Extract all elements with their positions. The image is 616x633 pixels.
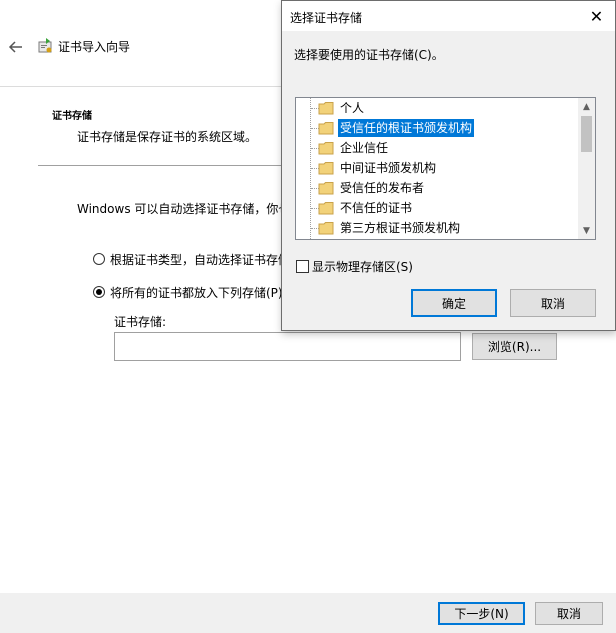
place-all-radio-label[interactable]: 将所有的证书都放入下列存储(P) (110, 284, 283, 301)
folder-icon (318, 122, 334, 135)
tree-item-label: 受信任的根证书颁发机构 (338, 119, 475, 137)
dialog-prompt: 选择要使用的证书存储(C)。 (294, 48, 444, 62)
store-tree[interactable]: 个人 受信任的根证书颁发机构 企业信任 中间证书颁发机构 受信任的发布者 不信任… (295, 97, 596, 240)
store-input[interactable] (114, 332, 461, 361)
dialog-title: 选择证书存储 (290, 11, 363, 25)
folder-icon (318, 162, 334, 175)
ok-button[interactable]: 确定 (411, 289, 497, 317)
cancel-button[interactable]: 取消 (535, 602, 603, 625)
dialog-cancel-button[interactable]: 取消 (510, 289, 596, 317)
tree-item[interactable]: 个人 (296, 98, 580, 118)
tree-item-label: 企业信任 (340, 141, 389, 155)
select-store-dialog: 选择证书存储 ✕ 选择要使用的证书存储(C)。 个人 受信任的根证书颁发机构 企… (281, 0, 616, 331)
tree-item-label: 受信任的发布者 (340, 181, 425, 195)
dialog-titlebar[interactable]: 选择证书存储 ✕ (282, 1, 615, 31)
show-physical-label[interactable]: 显示物理存储区(S) (312, 258, 413, 275)
folder-icon (318, 182, 334, 195)
next-button[interactable]: 下一步(N) (438, 602, 525, 625)
browse-button[interactable]: 浏览(R)... (472, 333, 557, 360)
auto-select-radio[interactable] (93, 253, 105, 265)
scroll-up-icon[interactable]: ▲ (578, 98, 595, 115)
auto-select-radio-label[interactable]: 根据证书类型，自动选择证书存储 (110, 251, 290, 268)
tree-item[interactable]: 中间证书颁发机构 (296, 158, 580, 178)
section-description: 证书存储是保存证书的系统区域。 (77, 130, 258, 144)
tree-item[interactable]: 不信任的证书 (296, 198, 580, 218)
tree-item-label: 不信任的证书 (340, 201, 413, 215)
folder-icon (318, 222, 334, 235)
tree-item-label: 中间证书颁发机构 (340, 161, 437, 175)
tree-scrollbar[interactable]: ▲ ▼ (578, 98, 595, 239)
folder-icon (318, 142, 334, 155)
store-label: 证书存储: (114, 315, 167, 329)
certificate-import-icon (38, 38, 52, 53)
tree-item-label: 第三方根证书颁发机构 (340, 221, 461, 235)
place-all-radio[interactable] (93, 286, 105, 298)
tree-item-label: 个人 (340, 101, 365, 115)
scroll-down-icon[interactable]: ▼ (578, 222, 595, 239)
folder-icon (318, 102, 334, 115)
folder-icon (318, 202, 334, 215)
divider (38, 165, 288, 166)
tree-item[interactable]: 企业信任 (296, 138, 580, 158)
tree-item[interactable]: 受信任的发布者 (296, 178, 580, 198)
tree-item[interactable]: 第三方根证书颁发机构 (296, 218, 580, 238)
close-icon[interactable]: ✕ (578, 1, 615, 31)
back-arrow-icon[interactable] (6, 37, 26, 57)
tree-item-selected[interactable]: 受信任的根证书颁发机构 (296, 118, 580, 138)
scroll-thumb[interactable] (581, 116, 592, 152)
section-heading: 证书存储 (52, 111, 92, 122)
wizard-title: 证书导入向导 (58, 40, 131, 54)
body-text: Windows 可以自动选择证书存储，你也 (77, 202, 291, 216)
show-physical-checkbox[interactable] (296, 260, 309, 273)
